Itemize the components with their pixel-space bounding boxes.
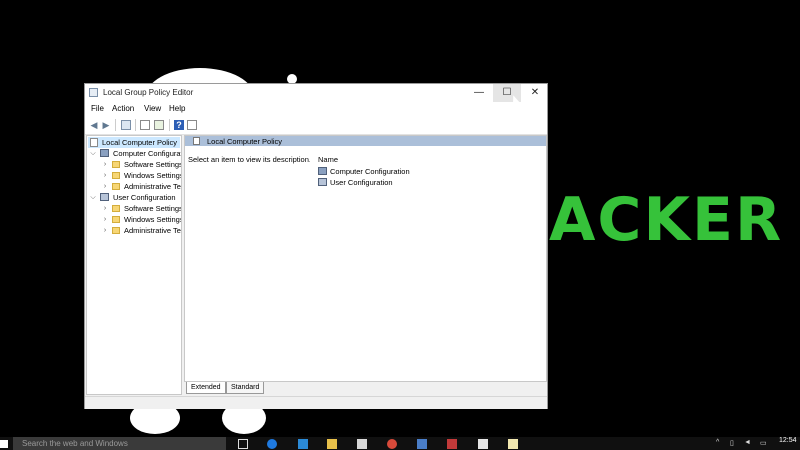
collapse-chevron-icon[interactable]: ⌵ (89, 148, 97, 159)
window-title: Local Group Policy Editor (103, 88, 194, 97)
extended-view-icon[interactable] (187, 120, 197, 130)
expand-chevron-icon[interactable]: › (101, 159, 109, 170)
chevron-up-icon[interactable]: ^ (716, 439, 719, 446)
shopping-bag-icon[interactable] (357, 439, 367, 449)
tree-item-label: Computer Configuration (113, 149, 181, 158)
menu-file[interactable]: File (91, 104, 104, 113)
minimize-button[interactable]: — (465, 84, 493, 102)
tree-item-label: Windows Settings (124, 171, 182, 180)
column-header-name[interactable]: Name (318, 155, 338, 164)
view-tabs: Extended Standard (184, 382, 547, 394)
expand-chevron-icon[interactable]: › (101, 181, 109, 192)
user-icon (318, 178, 327, 186)
show-hide-tree-icon[interactable] (121, 120, 131, 130)
search-placeholder: Search the web and Windows (22, 439, 128, 448)
tree-item-computer-configuration[interactable]: ⌵ Computer Configuration (87, 148, 181, 159)
details-pane: Local Computer Policy Select an item to … (184, 135, 547, 382)
group-policy-editor-window: Local Group Policy Editor — ☐ ✕ File Act… (84, 83, 548, 409)
tree-item-user-configuration[interactable]: ⌵ User Configuration (87, 192, 181, 203)
app-icon[interactable] (478, 439, 488, 449)
store-icon[interactable] (298, 439, 308, 449)
title-bar[interactable]: Local Group Policy Editor — ☐ ✕ (85, 84, 547, 102)
toolbar-separator (115, 119, 116, 131)
taskbar-search-box[interactable]: Search the web and Windows (13, 437, 226, 450)
tab-extended[interactable]: Extended (186, 382, 226, 394)
details-header: Local Computer Policy (185, 136, 546, 146)
folder-icon (112, 205, 120, 212)
tree-item-label: Administrative Templates (124, 226, 181, 235)
details-list: Name Computer Configuration User Configu… (310, 146, 546, 196)
details-header-title: Local Computer Policy (207, 137, 283, 146)
tree-item-label: Windows Settings (124, 215, 182, 224)
tree-item-label: User Configuration (113, 193, 176, 202)
tree-root-local-computer-policy[interactable]: Local Computer Policy (88, 137, 180, 148)
expand-chevron-icon[interactable]: › (101, 214, 109, 225)
language-icon[interactable]: ▭ (760, 439, 767, 447)
tree-item-software-settings[interactable]: › Software Settings (87, 159, 181, 170)
list-item-label: Computer Configuration (330, 167, 410, 176)
tree-item-windows-settings[interactable]: › Windows Settings (87, 170, 181, 181)
policy-icon (90, 138, 98, 147)
task-view-icon[interactable] (238, 439, 248, 449)
toolbar: ◀ ▶ ? (85, 116, 547, 135)
notepad-icon[interactable] (508, 439, 518, 449)
help-icon[interactable]: ? (174, 120, 184, 130)
tree-item-administrative-templates[interactable]: › Administrative Templates (87, 225, 181, 236)
clock[interactable]: 12:54 (779, 437, 797, 444)
expand-chevron-icon[interactable]: › (101, 225, 109, 236)
forward-arrow-icon[interactable]: ▶ (101, 120, 111, 130)
status-bar (85, 396, 547, 409)
tree-item-label: Software Settings (124, 204, 182, 213)
volume-icon[interactable]: ◄ (744, 439, 751, 446)
app-icon[interactable] (417, 439, 427, 449)
menu-view[interactable]: View (144, 104, 161, 113)
chrome-icon[interactable] (387, 439, 397, 449)
folder-icon (112, 172, 120, 179)
user-icon (100, 193, 109, 201)
tree-pane: Local Computer Policy ⌵ Computer Configu… (86, 135, 182, 395)
policy-icon (193, 137, 200, 145)
computer-icon (318, 167, 327, 175)
folder-icon (112, 216, 120, 223)
tree-item-label: Administrative Templates (124, 182, 181, 191)
group-policy-app-icon (89, 88, 98, 97)
back-arrow-icon[interactable]: ◀ (89, 120, 99, 130)
collapse-chevron-icon[interactable]: ⌵ (89, 192, 97, 203)
app-icon[interactable] (447, 439, 457, 449)
description-text: Select an item to view its description. (188, 155, 311, 164)
tree-item-administrative-templates[interactable]: › Administrative Templates (87, 181, 181, 192)
menu-action[interactable]: Action (112, 104, 134, 113)
tab-standard[interactable]: Standard (226, 382, 265, 394)
network-icon[interactable]: ▯ (730, 439, 734, 447)
start-button-icon[interactable] (0, 440, 8, 448)
expand-chevron-icon[interactable]: › (101, 170, 109, 181)
folder-icon (112, 183, 120, 190)
menu-help[interactable]: Help (169, 104, 185, 113)
edge-browser-icon[interactable] (267, 439, 277, 449)
tree-item-windows-settings[interactable]: › Windows Settings (87, 214, 181, 225)
list-item-label: User Configuration (330, 178, 393, 187)
close-button[interactable]: ✕ (521, 84, 549, 102)
expand-chevron-icon[interactable]: › (101, 203, 109, 214)
folder-icon (112, 227, 120, 234)
toolbar-separator (169, 119, 170, 131)
folder-icon (112, 161, 120, 168)
toolbar-separator (135, 119, 136, 131)
computer-icon (100, 149, 109, 157)
menu-bar: File Action View Help (85, 102, 547, 116)
wallpaper-text: ACKER (549, 185, 784, 255)
tree-item-label: Software Settings (124, 160, 182, 169)
export-list-icon[interactable] (154, 120, 164, 130)
properties-icon[interactable] (140, 120, 150, 130)
taskbar: Search the web and Windows ^ ▯ ◄ ▭ 12:54 (0, 437, 800, 450)
tree-root-label: Local Computer Policy (102, 138, 178, 147)
tree-item-software-settings[interactable]: › Software Settings (87, 203, 181, 214)
file-explorer-icon[interactable] (327, 439, 337, 449)
